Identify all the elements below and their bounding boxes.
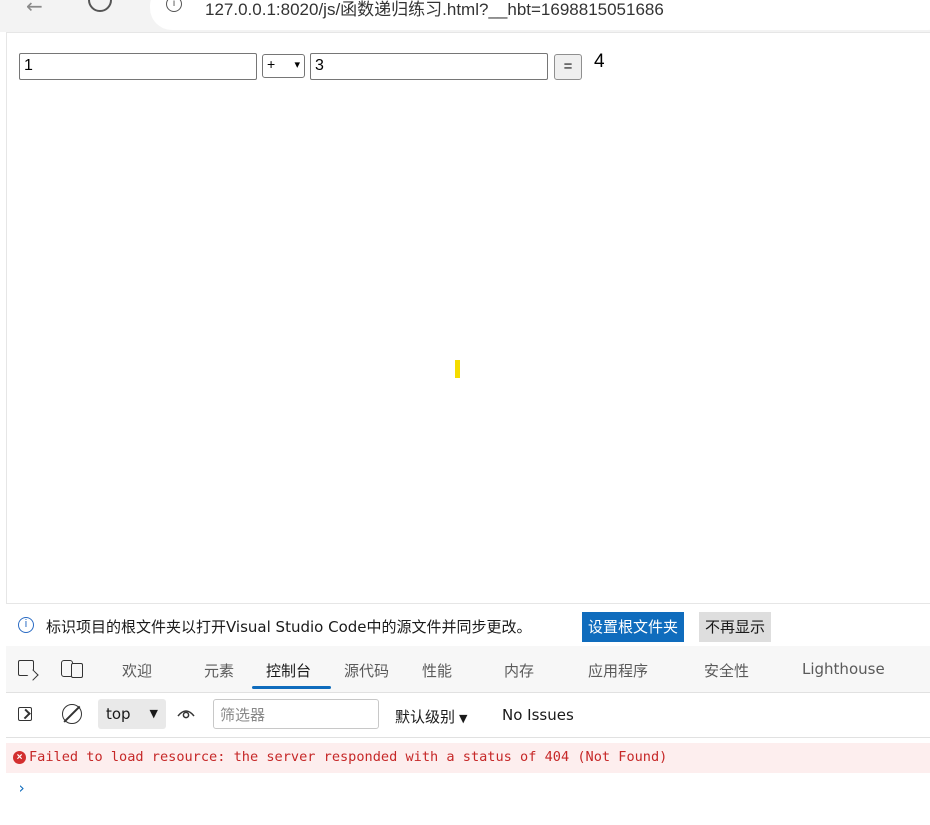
error-text: Failed to load resource: the server resp… [29,749,668,765]
issues-counter[interactable]: No Issues [502,706,574,724]
console-error-message: × Failed to load resource: the server re… [6,743,930,773]
active-tab-indicator [252,686,331,689]
cursor-highlight [455,360,460,378]
clear-console-icon[interactable] [62,704,82,724]
result-value: 4 [594,51,605,72]
caret-down-icon: ▼ [459,712,468,725]
browser-toolbar: ← i 127.0.0.1:8020/js/函数递归练习.html?__hbt=… [0,0,930,32]
inspect-element-icon[interactable] [18,660,34,676]
operator-select[interactable]: + ▾ [262,54,305,78]
equals-button[interactable]: = [554,54,582,80]
tab-lighthouse[interactable]: Lighthouse [802,660,885,678]
tab-sources[interactable]: 源代码 [344,660,389,681]
show-sidebar-icon[interactable] [18,707,32,721]
first-number-input[interactable]: 1 [19,53,257,80]
log-levels-dropdown[interactable]: 默认级别 ▼ [395,706,467,727]
device-emulation-icon[interactable] [61,660,83,678]
tab-performance[interactable]: 性能 [422,660,452,681]
filter-input[interactable]: 筛选器 [213,699,379,729]
chevron-down-icon: ▾ [294,59,300,71]
infobar-message: 标识项目的根文件夹以打开Visual Studio Code中的源文件并同步更改… [46,618,532,636]
tab-security[interactable]: 安全性 [704,660,749,681]
context-value: top [106,705,131,723]
console-toolbar: top ▼ 筛选器 默认级别 ▼ No Issues [6,693,930,738]
operator-value: + [267,56,276,72]
context-select[interactable]: top ▼ [98,699,166,729]
tab-console[interactable]: 控制台 [266,660,311,681]
log-levels-label: 默认级别 [395,708,456,726]
tab-welcome[interactable]: 欢迎 [122,660,152,681]
dont-show-again-button[interactable]: 不再显示 [699,612,772,642]
reload-icon[interactable] [88,0,112,12]
info-icon: i [18,617,34,633]
tab-memory[interactable]: 内存 [504,660,534,681]
console-prompt-icon[interactable]: › [17,779,26,797]
tab-elements[interactable]: 元素 [204,660,234,681]
url-text[interactable]: 127.0.0.1:8020/js/函数递归练习.html?__hbt=1698… [205,0,664,20]
set-root-folder-button[interactable]: 设置根文件夹 [582,612,685,642]
live-expression-eye-icon[interactable] [177,707,195,719]
caret-down-icon: ▼ [149,707,158,720]
error-icon: × [13,751,26,764]
devtools-infobar: i 标识项目的根文件夹以打开Visual Studio Code中的源文件并同步… [6,603,930,646]
page-viewport: 1 + ▾ 3 = 4 [6,32,930,603]
second-number-input[interactable]: 3 [310,53,548,80]
back-arrow-icon[interactable]: ← [26,0,43,18]
tab-application[interactable]: 应用程序 [588,660,648,681]
devtools-tabs: 欢迎 元素 控制台 源代码 性能 内存 应用程序 安全性 Lighthouse [6,646,930,693]
